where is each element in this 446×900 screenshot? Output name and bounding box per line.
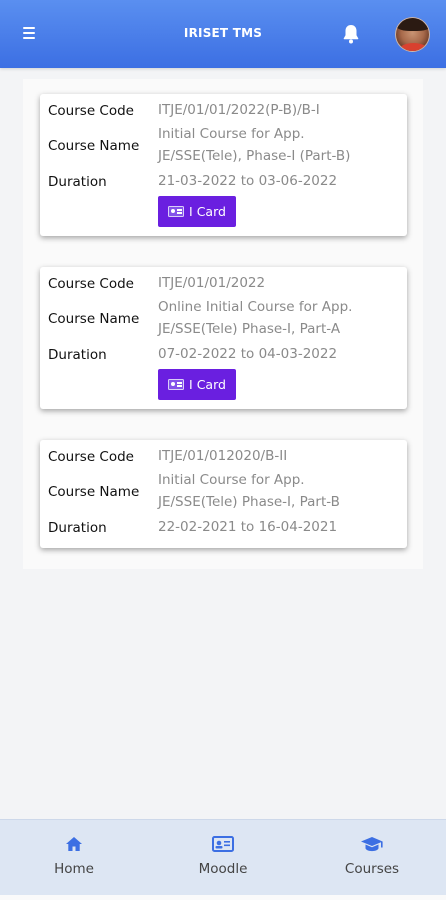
course-card: Course Code ITJE/01/01/2022(P-B)/B-I Cou… xyxy=(40,94,407,236)
graduation-cap-icon xyxy=(360,836,384,856)
course-card: Course Code ITJE/01/012020/B-II Course N… xyxy=(40,440,407,548)
nav-item-courses[interactable]: Courses xyxy=(298,820,446,896)
nav-item-home[interactable]: Home xyxy=(0,820,148,896)
course-code-value: ITJE/01/01/2022(P-B)/B-I xyxy=(158,102,320,118)
duration-label: Duration xyxy=(48,520,107,536)
course-name-line1: Initial Course for App. xyxy=(158,126,305,142)
course-name-line2: JE/SSE(Tele) Phase-I, Part-B xyxy=(158,494,340,510)
duration-value: 22-02-2021 to 16-04-2021 xyxy=(158,519,338,535)
course-name-label: Course Name xyxy=(48,138,140,154)
duration-label: Duration xyxy=(48,174,107,190)
id-card-icon xyxy=(212,836,234,856)
course-name-line2: JE/SSE(Tele), Phase-I (Part-B) xyxy=(158,148,351,164)
nav-label-moodle: Moodle xyxy=(198,861,248,877)
user-avatar[interactable] xyxy=(395,17,430,52)
id-card-icon xyxy=(168,206,185,217)
course-code-value: ITJE/01/012020/B-II xyxy=(158,448,288,464)
app-header: IRISET TMS xyxy=(0,0,446,68)
app-title: IRISET TMS xyxy=(183,26,263,40)
course-code-label: Course Code xyxy=(48,103,134,119)
nav-label-home: Home xyxy=(54,861,94,877)
duration-value: 21-03-2022 to 03-06-2022 xyxy=(158,173,338,189)
icard-button[interactable]: I Card xyxy=(158,369,236,400)
course-name-line1: Online Initial Course for App. xyxy=(158,299,353,315)
course-name-label: Course Name xyxy=(48,484,140,500)
bell-icon[interactable] xyxy=(339,22,363,46)
bottom-strip xyxy=(0,895,446,900)
icard-button-label: I Card xyxy=(189,377,226,392)
course-name-line1: Initial Course for App. xyxy=(158,472,305,488)
course-code-value: ITJE/01/01/2022 xyxy=(158,275,266,291)
nav-item-moodle[interactable]: Moodle xyxy=(149,820,297,896)
nav-label-courses: Courses xyxy=(344,861,400,877)
duration-value: 07-02-2022 to 04-03-2022 xyxy=(158,346,338,362)
course-name-label: Course Name xyxy=(48,311,140,327)
course-name-line2: JE/SSE(Tele) Phase-I, Part-A xyxy=(158,321,341,337)
course-code-label: Course Code xyxy=(48,276,134,292)
course-code-label: Course Code xyxy=(48,449,134,465)
duration-label: Duration xyxy=(48,347,107,363)
id-card-icon xyxy=(168,379,185,390)
hamburger-menu-icon[interactable] xyxy=(18,22,40,44)
icard-button-label: I Card xyxy=(189,204,226,219)
home-icon xyxy=(65,836,83,856)
icard-button[interactable]: I Card xyxy=(158,196,236,227)
bottom-nav: Home Moodle Courses xyxy=(0,819,446,895)
course-card: Course Code ITJE/01/01/2022 Course Name … xyxy=(40,267,407,409)
